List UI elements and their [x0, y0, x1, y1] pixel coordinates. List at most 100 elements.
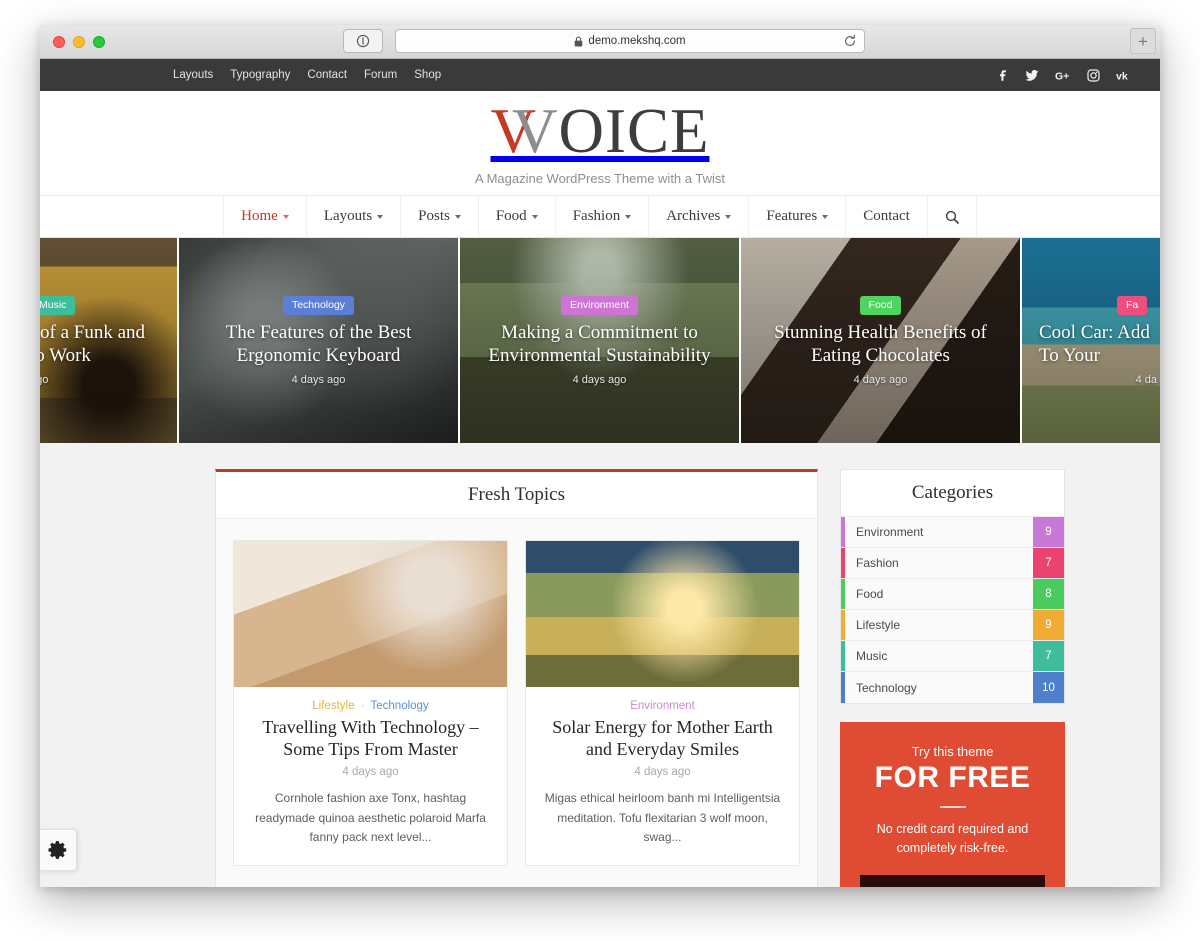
- categories-title: Categories: [911, 482, 994, 503]
- slide-date: 4 days ago: [572, 373, 627, 386]
- nav-label: Contact: [863, 208, 910, 224]
- svg-text:G+: G+: [1055, 70, 1069, 82]
- promo-line-2: FOR FREE: [874, 761, 1031, 794]
- nav-label: Layouts: [323, 208, 373, 224]
- article-category-environment[interactable]: Environment: [630, 700, 695, 712]
- traffic-lights: [53, 35, 105, 48]
- slide-date: 4 days ago: [291, 373, 346, 386]
- article-excerpt: Cornhole fashion axe Tonx, hashtag ready…: [255, 791, 486, 845]
- article-title[interactable]: Travelling With Technology – Some Tips F…: [250, 717, 491, 760]
- nav-item-fashion[interactable]: Fashion: [556, 196, 650, 237]
- slide-food[interactable]: Food Stunning Health Benefits of Eating C…: [741, 238, 1020, 443]
- category-row-food[interactable]: Food 8: [841, 579, 1064, 610]
- category-row-fashion[interactable]: Fashion 7: [841, 548, 1064, 579]
- nav-item-contact[interactable]: Contact: [846, 196, 928, 237]
- chevron-down-icon: [454, 214, 461, 219]
- category-count: 7: [1033, 548, 1064, 578]
- nav-item-posts[interactable]: Posts: [401, 196, 479, 237]
- slide-title[interactable]: Stunning Health Benefits of Eating Chocol…: [753, 322, 1008, 366]
- slide-category-badge[interactable]: Fa: [1117, 296, 1148, 316]
- slide-category-badge[interactable]: Music: [40, 296, 76, 316]
- reload-button[interactable]: [843, 34, 857, 48]
- topbar-link-layouts[interactable]: Layouts: [173, 69, 213, 81]
- article-card[interactable]: Lifestyle · Technology Travelling With T…: [233, 540, 508, 866]
- article-category-technology[interactable]: Technology: [371, 700, 429, 712]
- category-row-music[interactable]: Music 7: [841, 641, 1064, 672]
- fresh-topics-list: Lifestyle · Technology Travelling With T…: [216, 519, 817, 866]
- main-navigation: Home Layouts Posts Food Fashion Archives: [40, 195, 1160, 238]
- google-plus-icon[interactable]: G+: [1055, 69, 1071, 82]
- chevron-down-icon: [282, 214, 289, 219]
- slide-title[interactable]: The Features of the Best Ergonomic Keyboa…: [191, 322, 446, 366]
- reader-view-icon: [356, 34, 370, 48]
- slide-title[interactable]: Making a Commitment to Environmental Sust…: [472, 322, 727, 366]
- article-excerpt: Migas ethical heirloom banh mi Intellige…: [544, 791, 781, 845]
- category-row-technology[interactable]: Technology 10: [841, 672, 1064, 703]
- sidebar: Categories Environment 9 Fashion 7 Food …: [840, 469, 1065, 887]
- promo-cta-button[interactable]: TRY IT FOR FREE: [860, 874, 1045, 887]
- slide-category-badge[interactable]: Environment: [561, 296, 638, 316]
- category-name: Fashion: [856, 556, 899, 570]
- gear-icon: [48, 841, 67, 859]
- page-title: Fresh Topics: [467, 484, 565, 505]
- close-window-button[interactable]: [53, 35, 65, 48]
- category-row-lifestyle[interactable]: Lifestyle 9: [841, 610, 1064, 641]
- nav-item-home[interactable]: Home: [223, 196, 307, 237]
- address-bar-url: demo.mekshq.com: [588, 35, 686, 47]
- nav-label: Food: [495, 208, 527, 224]
- social-links: G+ vk: [996, 68, 1132, 82]
- topbar-link-shop[interactable]: Shop: [414, 69, 441, 81]
- article-body: Lifestyle · Technology Travelling With T…: [234, 687, 507, 865]
- category-count: 10: [1033, 672, 1064, 703]
- minimize-window-button[interactable]: [73, 35, 85, 48]
- twitter-icon[interactable]: [1025, 69, 1039, 82]
- slide-date: 4 days ago: [853, 373, 908, 386]
- article-title[interactable]: Solar Energy for Mother Earth and Everyd…: [542, 717, 783, 760]
- nav-item-archives[interactable]: Archives: [649, 196, 750, 237]
- reload-icon: [845, 34, 856, 47]
- vk-icon[interactable]: vk: [1116, 69, 1132, 82]
- category-name: Environment: [856, 525, 924, 539]
- slide-environment[interactable]: Environment Making a Commitment to Enviro…: [460, 238, 739, 443]
- theme-settings-tab[interactable]: [40, 829, 77, 871]
- logo-text: OICE: [558, 96, 710, 166]
- facebook-icon[interactable]: [996, 69, 1009, 82]
- instagram-icon[interactable]: [1087, 68, 1100, 82]
- slide-technology[interactable]: Technology The Features of the Best Ergon…: [179, 238, 458, 443]
- nav-item-features[interactable]: Features: [749, 196, 847, 237]
- nav-label: Posts: [418, 208, 450, 224]
- chevron-down-icon: [725, 214, 732, 219]
- slide-category-badge[interactable]: Technology: [282, 296, 355, 316]
- slide-music[interactable]: Music t of a Funk andto Work ago: [40, 238, 177, 443]
- category-count: 9: [1033, 517, 1064, 547]
- article-thumbnail[interactable]: [526, 541, 799, 687]
- nav-item-layouts[interactable]: Layouts: [307, 196, 402, 237]
- category-separator: ·: [360, 700, 365, 712]
- address-bar[interactable]: demo.mekshq.com: [395, 29, 865, 53]
- reader-view-button[interactable]: [343, 29, 383, 53]
- slide-title[interactable]: Cool Car: Add To Your: [1039, 322, 1157, 366]
- search-icon: [945, 210, 959, 224]
- slide-title[interactable]: t of a Funk andto Work: [40, 322, 155, 366]
- svg-text:vk: vk: [1116, 70, 1128, 82]
- topbar-link-contact[interactable]: Contact: [307, 69, 347, 81]
- category-name: Lifestyle: [856, 618, 901, 632]
- nav-item-food[interactable]: Food: [479, 196, 556, 237]
- main-column: Fresh Topics Lifestyle · Technology Trav…: [215, 469, 818, 887]
- category-row-environment[interactable]: Environment 9: [841, 517, 1064, 548]
- browser-window: demo.mekshq.com + Layouts Typography Con…: [40, 25, 1160, 887]
- topbar-link-typography[interactable]: Typography: [230, 69, 290, 81]
- chevron-down-icon: [377, 214, 384, 219]
- article-card[interactable]: Environment Solar Energy for Mother Eart…: [525, 540, 800, 866]
- nav-search-button[interactable]: [928, 196, 977, 237]
- category-name: Music: [856, 649, 888, 663]
- topbar-link-forum[interactable]: Forum: [364, 69, 397, 81]
- maximize-window-button[interactable]: [93, 35, 105, 48]
- site-masthead: V V OICE A Magazine WordPress Theme with…: [40, 91, 1160, 195]
- site-logo[interactable]: V V OICE: [491, 100, 710, 163]
- article-thumbnail[interactable]: [234, 541, 507, 687]
- slide-category-badge[interactable]: Food: [859, 296, 902, 316]
- article-category-lifestyle[interactable]: Lifestyle: [312, 700, 354, 712]
- new-tab-button[interactable]: +: [1130, 28, 1156, 54]
- slide-fashion[interactable]: Fa Cool Car: Add To Your 4 da: [1022, 238, 1160, 443]
